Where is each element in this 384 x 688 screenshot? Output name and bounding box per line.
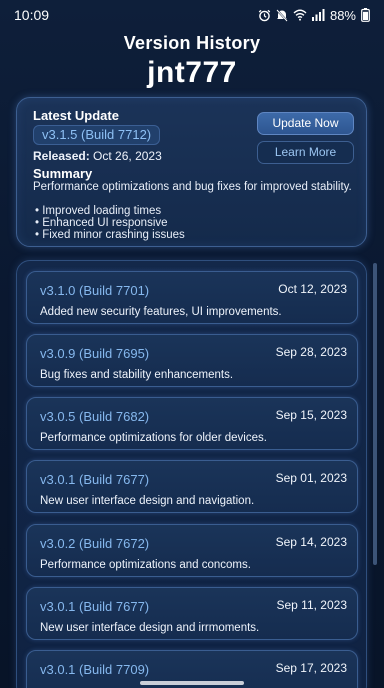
summary-item: • Fixed minor crashing issues <box>35 229 185 241</box>
entry-version: v3.0.1 (Build 7677) <box>40 472 150 487</box>
summary-text: Performance optimizations and bug fixes … <box>33 181 352 193</box>
status-time: 10:09 <box>14 7 50 23</box>
entry-description: New user interface design and navigation… <box>40 495 255 507</box>
entry-date: Sep 01, 2023 <box>275 471 347 485</box>
release-date-value: Oct 26, 2023 <box>93 149 162 163</box>
history-entry[interactable]: v3.0.1 (Build 7677) Sep 11, 2023 New use… <box>26 587 358 640</box>
summary-list: • Improved loading times • Enhanced UI r… <box>35 205 185 241</box>
history-entry[interactable]: v3.0.1 (Build 7677) Sep 01, 2023 New use… <box>26 460 358 513</box>
entry-date: Sep 15, 2023 <box>275 408 347 422</box>
mute-icon <box>276 8 288 22</box>
entry-description: Bug fixes and stability enhancements. <box>40 369 234 381</box>
entry-date: Sep 14, 2023 <box>275 535 347 549</box>
latest-update-card: Latest Update v3.1.5 (Build 7712) Releas… <box>16 97 367 247</box>
entry-version: v3.0.5 (Build 7682) <box>40 409 150 424</box>
history-entry[interactable]: v3.0.5 (Build 7682) Sep 15, 2023 Perform… <box>26 397 358 450</box>
entry-description: Performance optimizations for older devi… <box>40 432 267 444</box>
entry-date: Sep 11, 2023 <box>276 598 347 612</box>
entry-version: v3.0.9 (Build 7695) <box>40 346 150 361</box>
entry-version: v3.0.2 (Build 7672) <box>40 536 150 551</box>
update-now-button[interactable]: Update Now <box>257 112 354 135</box>
status-icons: 88% <box>258 8 370 23</box>
history-entry[interactable]: v3.1.0 (Build 7701) Oct 12, 2023 Added n… <box>26 271 358 324</box>
latest-version-badge: v3.1.5 (Build 7712) <box>33 125 161 145</box>
alarm-icon <box>258 9 271 22</box>
app-name: jnt777 <box>147 56 237 89</box>
summary-heading: Summary <box>33 166 93 181</box>
entry-version: v3.0.1 (Build 7709) <box>40 662 150 677</box>
entry-date: Sep 17, 2023 <box>275 661 347 675</box>
entry-version: v3.0.1 (Build 7677) <box>40 599 150 614</box>
release-date: Released: Oct 26, 2023 <box>33 149 162 163</box>
signal-icon <box>311 9 325 21</box>
entry-version: v3.1.0 (Build 7701) <box>40 283 150 298</box>
page-title: Version History <box>123 33 261 53</box>
history-entry[interactable]: v3.0.2 (Build 7672) Sep 14, 2023 Perform… <box>26 524 358 577</box>
wifi-icon <box>293 9 307 21</box>
version-history-list[interactable]: v3.1.0 (Build 7701) Oct 12, 2023 Added n… <box>16 260 367 688</box>
home-indicator[interactable] <box>140 681 244 685</box>
summary-item: • Improved loading times <box>35 205 162 217</box>
entry-date: Oct 12, 2023 <box>278 282 347 296</box>
release-label: Released: <box>33 149 90 163</box>
entry-date: Sep 28, 2023 <box>275 345 347 359</box>
history-scrollbar[interactable] <box>373 263 377 565</box>
battery-icon <box>361 8 370 22</box>
status-bar: 10:09 88% <box>0 0 384 30</box>
entry-description: Performance optimizations and concoms. <box>40 559 251 571</box>
latest-update-heading: Latest Update <box>33 108 119 123</box>
entry-description: Added new security features, UI improvem… <box>40 306 282 318</box>
battery-percent: 88% <box>329 7 356 23</box>
summary-item: • Enhanced UI responsive <box>35 217 168 229</box>
history-entry[interactable]: v3.0.9 (Build 7695) Sep 28, 2023 Bug fix… <box>26 334 358 387</box>
entry-description: New user interface design and irrmoments… <box>40 622 260 634</box>
learn-more-button[interactable]: Learn More <box>257 141 354 164</box>
